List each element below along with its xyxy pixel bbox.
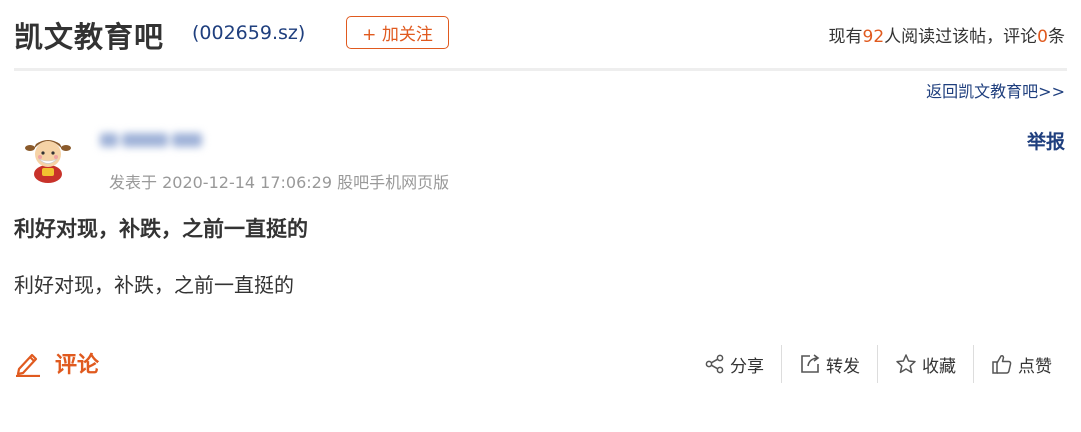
read-stats: 现有92人阅读过该帖，评论0条 bbox=[829, 22, 1065, 47]
star-icon bbox=[896, 354, 916, 374]
thumbs-up-icon bbox=[992, 354, 1012, 374]
forum-title[interactable]: 凯文教育吧 bbox=[14, 14, 164, 56]
post-body: 利好对现，补跌，之前一直挺的 bbox=[14, 273, 294, 297]
comment-count: 0 bbox=[1037, 27, 1048, 47]
avatar-image bbox=[25, 140, 71, 183]
report-link[interactable]: 举报 bbox=[1027, 127, 1065, 154]
read-middle: 人阅读过该帖，评论 bbox=[884, 27, 1038, 47]
comment-button[interactable]: 评论 bbox=[14, 347, 99, 379]
comment-label: 评论 bbox=[55, 353, 100, 378]
forward-label: 转发 bbox=[826, 356, 860, 377]
share-button[interactable]: 分享 bbox=[688, 345, 781, 383]
avatar[interactable] bbox=[20, 128, 76, 184]
pencil-icon bbox=[16, 353, 40, 377]
share-label: 分享 bbox=[730, 356, 764, 377]
favorite-button[interactable]: 收藏 bbox=[878, 345, 973, 383]
post-actions: 分享 转发 收藏 点赞 bbox=[688, 345, 1069, 383]
follow-button[interactable]: + 加关注 bbox=[346, 16, 449, 49]
forward-icon bbox=[801, 354, 820, 373]
favorite-label: 收藏 bbox=[922, 356, 956, 377]
header-divider bbox=[14, 68, 1067, 71]
read-count: 92 bbox=[862, 27, 885, 47]
share-icon bbox=[705, 354, 724, 374]
like-button[interactable]: 点赞 bbox=[974, 345, 1069, 383]
post-title: 利好对现，补跌，之前一直挺的 bbox=[14, 217, 308, 241]
forward-button[interactable]: 转发 bbox=[782, 345, 877, 383]
stock-code[interactable]: (002659.sz) bbox=[192, 22, 305, 44]
username-redacted[interactable] bbox=[100, 132, 220, 154]
read-prefix: 现有 bbox=[828, 27, 863, 47]
read-suffix: 条 bbox=[1048, 27, 1065, 47]
back-to-forum-link[interactable]: 返回凯文教育吧>> bbox=[926, 78, 1065, 102]
post-meta: 发表于 2020-12-14 17:06:29 股吧手机网页版 bbox=[109, 173, 450, 192]
like-label: 点赞 bbox=[1018, 356, 1052, 377]
